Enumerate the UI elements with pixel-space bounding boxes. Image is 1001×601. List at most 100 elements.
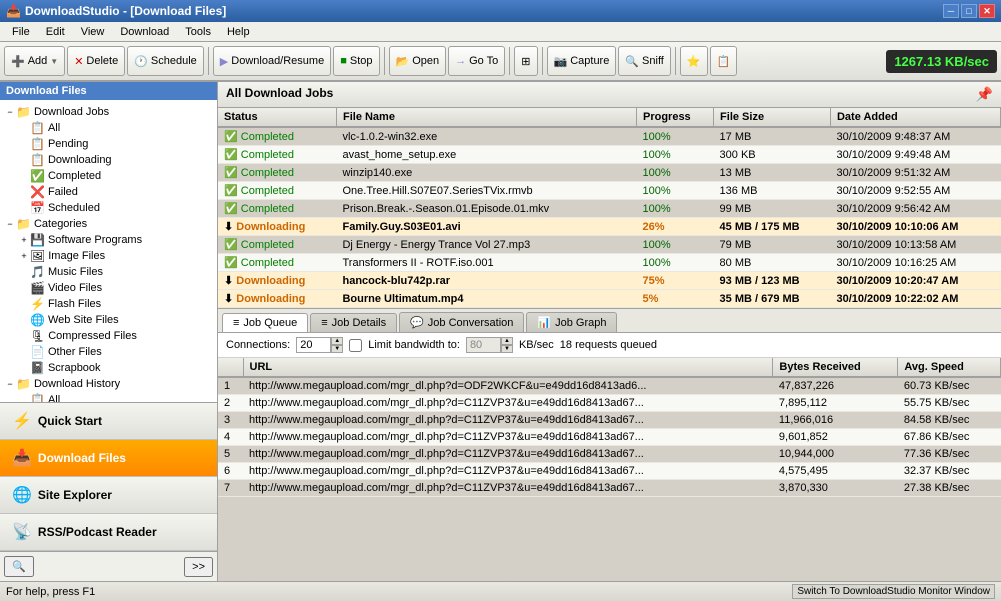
tree-item[interactable]: + 🖼 Image Files: [2, 248, 215, 264]
connections-value[interactable]: [296, 337, 331, 353]
url-row[interactable]: 5 http://www.megaupload.com/mgr_dl.php?d…: [218, 446, 1001, 463]
monitor-window-button[interactable]: Switch To DownloadStudio Monitor Window: [792, 584, 995, 599]
url-row[interactable]: 1 http://www.megaupload.com/mgr_dl.php?d…: [218, 377, 1001, 395]
nav-item-quick-start[interactable]: ⚡ Quick Start: [0, 403, 217, 440]
url-row[interactable]: 2 http://www.megaupload.com/mgr_dl.php?d…: [218, 395, 1001, 412]
tab-job-graph[interactable]: 📊 Job Graph: [526, 312, 617, 332]
tree-item[interactable]: 📋 All: [2, 392, 215, 402]
table-row[interactable]: ✅ Completed vlc-1.0.2-win32.exe 100% 17 …: [218, 127, 1001, 146]
table-row[interactable]: ⬇ Downloading hancock-blu742p.rar 75% 93…: [218, 272, 1001, 290]
col-date[interactable]: Date Added: [830, 108, 1000, 127]
table-row[interactable]: ✅ Completed winzip140.exe 100% 13 MB 30/…: [218, 164, 1001, 182]
tree-item[interactable]: ❌ Failed: [2, 184, 215, 200]
table-row[interactable]: ✅ Completed Transformers II - ROTF.iso.0…: [218, 254, 1001, 272]
url-col-speed[interactable]: Avg. Speed: [898, 358, 1001, 377]
bandwidth-input[interactable]: ▲ ▼: [466, 337, 513, 353]
tree-expand-icon[interactable]: −: [4, 107, 16, 117]
url-col-url[interactable]: URL: [243, 358, 773, 377]
url-row[interactable]: 7 http://www.megaupload.com/mgr_dl.php?d…: [218, 480, 1001, 497]
col-progress[interactable]: Progress: [636, 108, 713, 127]
download-resume-button[interactable]: ▶ Download/Resume: [213, 46, 331, 76]
menu-file[interactable]: File: [4, 24, 38, 40]
table-row[interactable]: ⬇ Downloading Bourne Ultimatum.mp4 5% 35…: [218, 290, 1001, 308]
menu-tools[interactable]: Tools: [177, 24, 219, 40]
tree-expand-icon[interactable]: +: [18, 251, 30, 261]
tree-expand-icon[interactable]: −: [4, 379, 16, 389]
tree-item[interactable]: − 📁 Download Jobs: [2, 104, 215, 120]
schedule-button[interactable]: 🕐 Schedule: [127, 46, 204, 76]
tree-node-icon: 💾: [30, 233, 45, 247]
minimize-button[interactable]: ─: [943, 4, 959, 18]
close-button[interactable]: ✕: [979, 4, 995, 18]
nav-item-rss/podcast-reader[interactable]: 📡 RSS/Podcast Reader: [0, 514, 217, 551]
stop-button[interactable]: ■ Stop: [333, 46, 379, 76]
add-button[interactable]: ➕ Add ▼: [4, 46, 65, 76]
nav-item-site-explorer[interactable]: 🌐 Site Explorer: [0, 477, 217, 514]
tree-label: Image Files: [48, 250, 105, 262]
url-row[interactable]: 6 http://www.megaupload.com/mgr_dl.php?d…: [218, 463, 1001, 480]
tree-expand-icon[interactable]: +: [18, 235, 30, 245]
menu-download[interactable]: Download: [112, 24, 177, 40]
tree-item[interactable]: 🎵 Music Files: [2, 264, 215, 280]
bandwidth-checkbox[interactable]: [349, 339, 362, 352]
sniff-button[interactable]: 🔍 Sniff: [618, 46, 671, 76]
table-row[interactable]: ✅ Completed Prison.Break.-.Season.01.Epi…: [218, 200, 1001, 218]
tree-item[interactable]: ✅ Completed: [2, 168, 215, 184]
tree-item[interactable]: 📋 Downloading: [2, 152, 215, 168]
delete-button[interactable]: ✕ Delete: [67, 46, 125, 76]
tree-item[interactable]: 🌐 Web Site Files: [2, 312, 215, 328]
menu-help[interactable]: Help: [219, 24, 258, 40]
goto-button[interactable]: → Go To: [448, 46, 505, 76]
url-row[interactable]: 4 http://www.megaupload.com/mgr_dl.php?d…: [218, 429, 1001, 446]
connections-down[interactable]: ▼: [331, 345, 343, 353]
tab-job-conversation[interactable]: 💬 Job Conversation: [399, 312, 524, 332]
extra-btn-2[interactable]: 📋: [710, 46, 738, 76]
col-status[interactable]: Status: [218, 108, 336, 127]
tree-item[interactable]: 📋 All: [2, 120, 215, 136]
col-filesize[interactable]: File Size: [714, 108, 831, 127]
connections-input[interactable]: ▲ ▼: [296, 337, 343, 353]
table-row[interactable]: ⬇ Downloading Family.Guy.S03E01.avi 26% …: [218, 218, 1001, 236]
search-button[interactable]: 🔍: [4, 556, 34, 577]
extra-btn-1[interactable]: ⭐: [680, 46, 708, 76]
tab-job-details[interactable]: ≡ Job Details: [310, 313, 397, 332]
tree-item[interactable]: 📋 Pending: [2, 136, 215, 152]
tab-job-queue[interactable]: ≡ Job Queue: [222, 313, 308, 332]
open-button[interactable]: 📂 Open: [389, 46, 447, 76]
table-row[interactable]: ✅ Completed One.Tree.Hill.S07E07.SeriesT…: [218, 182, 1001, 200]
tabs-area: ≡ Job Queue ≡ Job Details 💬 Job Conversa…: [218, 308, 1001, 333]
url-col-bytes[interactable]: Bytes Received: [773, 358, 898, 377]
tree-item[interactable]: − 📁 Categories: [2, 216, 215, 232]
tree-item[interactable]: − 📁 Download History: [2, 376, 215, 392]
row-date: 30/10/2009 10:10:06 AM: [830, 218, 1000, 236]
maximize-button[interactable]: □: [961, 4, 977, 18]
nav-item-download-files[interactable]: 📥 Download Files: [0, 440, 217, 477]
tree-area[interactable]: − 📁 Download Jobs 📋 All 📋 Pending 📋 Down…: [0, 100, 217, 402]
bandwidth-value[interactable]: [466, 337, 501, 353]
expand-button[interactable]: >>: [184, 557, 213, 577]
capture-button[interactable]: 📷 Capture: [547, 46, 617, 76]
add-dropdown-icon[interactable]: ▼: [50, 57, 58, 66]
url-row[interactable]: 3 http://www.megaupload.com/mgr_dl.php?d…: [218, 412, 1001, 429]
tree-item[interactable]: 🎬 Video Files: [2, 280, 215, 296]
table-row[interactable]: ✅ Completed Dj Energy - Energy Trance Vo…: [218, 236, 1001, 254]
status-text: Completed: [241, 167, 294, 179]
tree-item[interactable]: 🗜 Compressed Files: [2, 328, 215, 344]
tree-label: Scrapbook: [48, 362, 101, 374]
tree-item[interactable]: ⚡ Flash Files: [2, 296, 215, 312]
connections-up[interactable]: ▲: [331, 337, 343, 345]
tree-item[interactable]: + 💾 Software Programs: [2, 232, 215, 248]
menu-edit[interactable]: Edit: [38, 24, 73, 40]
grid-button[interactable]: ⊞: [514, 46, 537, 76]
tree-expand-icon[interactable]: −: [4, 219, 16, 229]
bandwidth-up[interactable]: ▲: [501, 337, 513, 345]
col-filename[interactable]: File Name: [336, 108, 636, 127]
menu-view[interactable]: View: [73, 24, 113, 40]
table-row[interactable]: ✅ Completed avast_home_setup.exe 100% 30…: [218, 146, 1001, 164]
bandwidth-down[interactable]: ▼: [501, 345, 513, 353]
row-filename: Bourne Ultimatum.mp4: [336, 290, 636, 308]
tree-item[interactable]: 📅 Scheduled: [2, 200, 215, 216]
tree-item[interactable]: 📓 Scrapbook: [2, 360, 215, 376]
url-table-area[interactable]: URL Bytes Received Avg. Speed 1 http://w…: [218, 358, 1001, 581]
tree-item[interactable]: 📄 Other Files: [2, 344, 215, 360]
